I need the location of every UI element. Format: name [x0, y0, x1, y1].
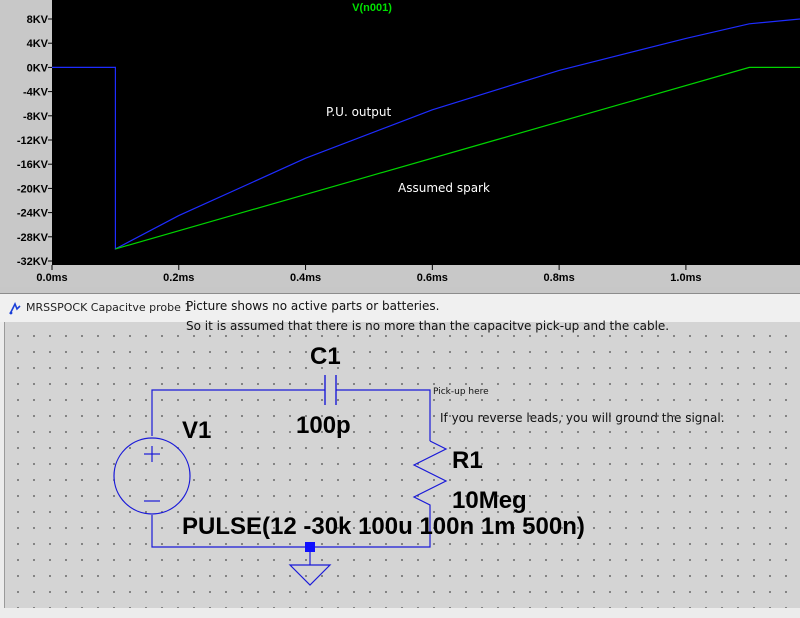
c1-name[interactable]: C1	[310, 343, 341, 370]
capacitor-c1-symbol[interactable]	[324, 375, 337, 405]
y-tick-label: -8KV	[23, 111, 49, 123]
probe-node-marker[interactable]	[305, 542, 315, 552]
x-axis-ticks: 0.0ms 0.2ms 0.4ms 0.6ms 0.8ms 1.0ms	[36, 265, 701, 284]
v1-value[interactable]: PULSE(12 -30k 100u 100n 1m 500n)	[182, 513, 585, 540]
waveform-plot[interactable]: V(n001) 8KV 4KV 0KV -4KV -8KV -12KV -16KV -20KV…	[0, 0, 800, 287]
y-tick-label: -28KV	[17, 232, 49, 244]
y-tick-label: -24KV	[17, 208, 49, 220]
y-tick-label: -12KV	[17, 135, 49, 147]
x-tick-label: 0.0ms	[36, 272, 67, 284]
note-line-1: Picture shows no active parts or batteri…	[186, 299, 439, 313]
r1-value[interactable]: 10Meg	[452, 487, 527, 514]
r1-name[interactable]: R1	[452, 447, 483, 474]
x-tick-label: 0.4ms	[290, 272, 321, 284]
reverse-leads-note: If you reverse leads, you will ground th…	[440, 411, 725, 425]
y-tick-label: 8KV	[27, 14, 49, 26]
x-tick-label: 0.6ms	[417, 272, 448, 284]
c1-value[interactable]: 100p	[296, 412, 351, 439]
annotation-assumed-spark: Assumed spark	[398, 181, 490, 195]
ground-symbol[interactable]	[288, 564, 332, 586]
y-tick-label: -16KV	[17, 159, 49, 171]
resistor-r1-symbol[interactable]	[412, 440, 448, 511]
plot-area[interactable]	[52, 0, 800, 265]
waveform-viewer[interactable]: V(n001) 8KV 4KV 0KV -4KV -8KV -12KV -16KV -20KV…	[0, 0, 800, 287]
y-tick-label: 0KV	[27, 62, 49, 74]
y-tick-label: -32KV	[17, 256, 49, 268]
v1-name[interactable]: V1	[182, 417, 211, 444]
x-tick-label: 0.8ms	[544, 272, 575, 284]
y-tick-label: -4KV	[23, 87, 49, 99]
pickup-label: Pick-up here	[433, 387, 489, 397]
note-line-2: So it is assumed that there is no more t…	[186, 319, 669, 333]
trace-label[interactable]: V(n001)	[352, 2, 392, 14]
y-tick-label: -20KV	[17, 183, 49, 195]
voltage-source-v1-symbol[interactable]	[113, 437, 191, 515]
annotation-pu-output: P.U. output	[326, 105, 391, 119]
y-axis-ticks: 8KV 4KV 0KV -4KV -8KV -12KV -16KV -20KV -24KV -28…	[17, 14, 52, 268]
y-tick-label: 4KV	[27, 38, 49, 50]
x-tick-label: 1.0ms	[670, 272, 701, 284]
schematic-drawing[interactable]: Picture shows no active parts or batteri…	[0, 293, 800, 617]
x-tick-label: 0.2ms	[163, 272, 194, 284]
